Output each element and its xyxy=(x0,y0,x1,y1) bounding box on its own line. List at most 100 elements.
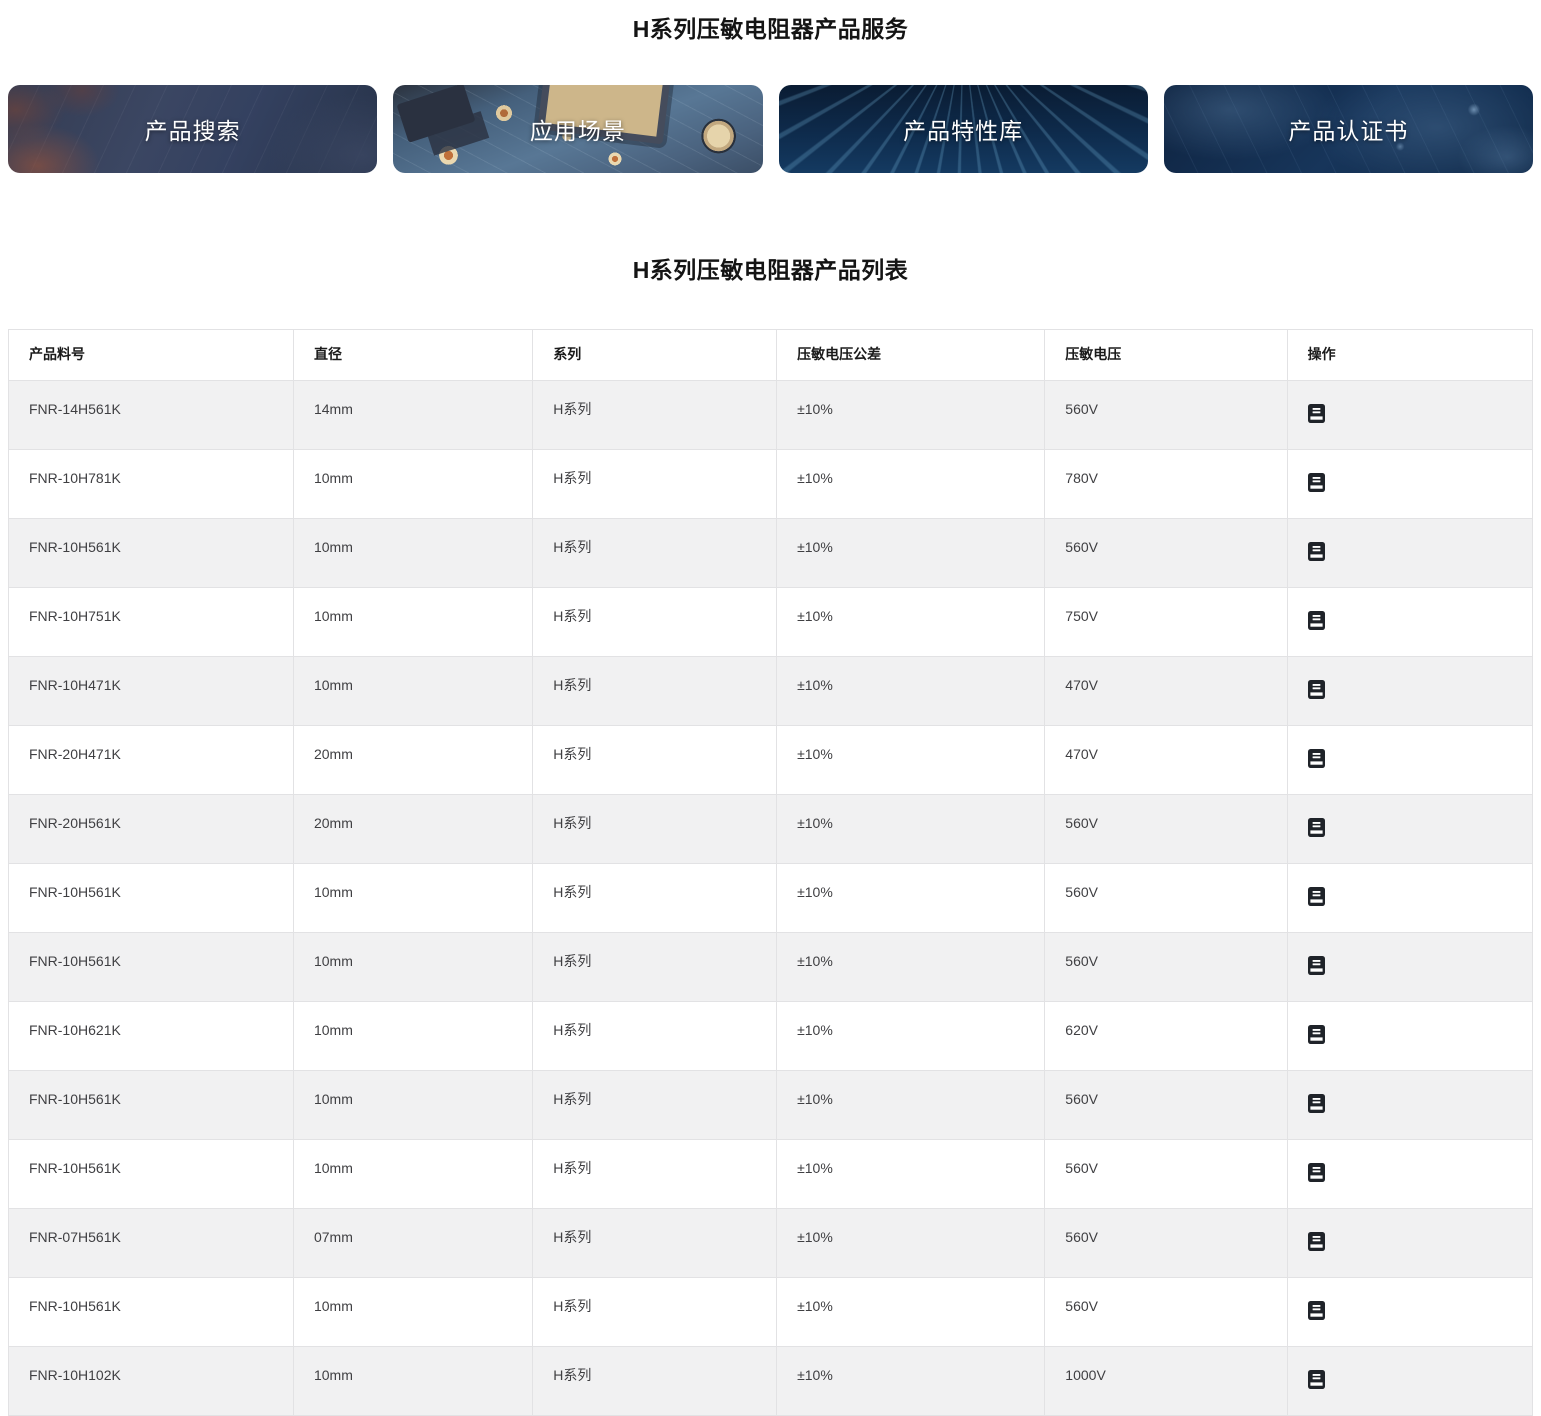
series-cell: H系列 xyxy=(532,793,778,864)
product-list-title: H系列压敏电阻器产品列表 xyxy=(632,257,909,283)
table-row: FNR-10H561K 10mm H系列 ±10% 560V xyxy=(8,517,1534,588)
table-row: FNR-10H561K 10mm H系列 ±10% 560V xyxy=(8,1276,1534,1347)
action-cell xyxy=(1286,1000,1534,1071)
table-row: FNR-10H561K 10mm H系列 ±10% 560V xyxy=(8,931,1534,1002)
table-header-row: 产品料号 直径 系列 压敏电压公差 压敏电压 操作 xyxy=(8,329,1534,381)
series-cell: H系列 xyxy=(532,1000,778,1071)
column-header-tolerance: 压敏电压公差 xyxy=(776,329,1046,381)
part-number-cell: FNR-07H561K xyxy=(8,1207,294,1278)
table-row: FNR-10H621K 10mm H系列 ±10% 620V xyxy=(8,1000,1534,1071)
banner-product-features-library[interactable]: 产品特性库 xyxy=(778,85,1148,173)
part-number-cell: FNR-10H102K xyxy=(8,1345,294,1416)
series-cell: H系列 xyxy=(532,655,778,726)
action-cell xyxy=(1286,379,1534,450)
voltage-cell: 470V xyxy=(1044,724,1288,795)
document-icon[interactable] xyxy=(1307,1231,1325,1251)
table-row: FNR-10H781K 10mm H系列 ±10% 780V xyxy=(8,448,1534,519)
voltage-cell: 780V xyxy=(1044,448,1288,519)
table-row: FNR-10H102K 10mm H系列 ±10% 1000V xyxy=(8,1345,1534,1416)
diameter-cell: 07mm xyxy=(292,1207,534,1278)
tolerance-cell: ±10% xyxy=(776,862,1046,933)
diameter-cell: 10mm xyxy=(292,655,534,726)
tolerance-cell: ±10% xyxy=(776,1345,1046,1416)
part-number-cell: FNR-10H561K xyxy=(8,931,294,1002)
action-cell xyxy=(1286,862,1534,933)
voltage-cell: 470V xyxy=(1044,655,1288,726)
tolerance-cell: ±10% xyxy=(776,586,1046,657)
action-cell xyxy=(1286,793,1534,864)
document-icon[interactable] xyxy=(1307,1369,1325,1389)
diameter-cell: 10mm xyxy=(292,517,534,588)
table-row: FNR-14H561K 14mm H系列 ±10% 560V xyxy=(8,379,1534,450)
document-icon[interactable] xyxy=(1307,610,1325,630)
document-icon[interactable] xyxy=(1307,886,1325,906)
document-icon[interactable] xyxy=(1307,679,1325,699)
column-header-part-number: 产品料号 xyxy=(8,329,294,381)
diameter-cell: 20mm xyxy=(292,724,534,795)
diameter-cell: 14mm xyxy=(292,379,534,450)
voltage-cell: 1000V xyxy=(1044,1345,1288,1416)
diameter-cell: 10mm xyxy=(292,1069,534,1140)
part-number-cell: FNR-10H751K xyxy=(8,586,294,657)
part-number-cell: FNR-20H561K xyxy=(8,793,294,864)
tolerance-cell: ±10% xyxy=(776,931,1046,1002)
document-icon[interactable] xyxy=(1307,472,1325,492)
tolerance-cell: ±10% xyxy=(776,1138,1046,1209)
action-cell xyxy=(1286,931,1534,1002)
diameter-cell: 10mm xyxy=(292,1345,534,1416)
series-cell: H系列 xyxy=(532,1138,778,1209)
part-number-cell: FNR-10H561K xyxy=(8,1276,294,1347)
document-icon[interactable] xyxy=(1307,955,1325,975)
series-cell: H系列 xyxy=(532,862,778,933)
services-title: H系列压敏电阻器产品服务 xyxy=(632,16,909,42)
document-icon[interactable] xyxy=(1307,748,1325,768)
voltage-cell: 560V xyxy=(1044,517,1288,588)
document-icon[interactable] xyxy=(1307,817,1325,837)
document-icon[interactable] xyxy=(1307,1300,1325,1320)
action-cell xyxy=(1286,1276,1534,1347)
document-icon[interactable] xyxy=(1307,541,1325,561)
tolerance-cell: ±10% xyxy=(776,1276,1046,1347)
part-number-cell: FNR-10H561K xyxy=(8,1138,294,1209)
document-icon[interactable] xyxy=(1307,1162,1325,1182)
table-row: FNR-10H561K 10mm H系列 ±10% 560V xyxy=(8,1069,1534,1140)
banner-application-scenarios[interactable]: 应用场景 xyxy=(393,85,763,173)
diameter-cell: 20mm xyxy=(292,793,534,864)
action-cell xyxy=(1286,448,1534,519)
column-header-diameter: 直径 xyxy=(292,329,534,381)
banner-label: 产品认证书 xyxy=(1288,118,1409,144)
voltage-cell: 560V xyxy=(1044,1276,1288,1347)
tolerance-cell: ±10% xyxy=(776,1069,1046,1140)
tolerance-cell: ±10% xyxy=(776,379,1046,450)
document-icon[interactable] xyxy=(1307,1093,1325,1113)
series-cell: H系列 xyxy=(532,1345,778,1416)
part-number-cell: FNR-14H561K xyxy=(8,379,294,450)
action-cell xyxy=(1286,1069,1534,1140)
diameter-cell: 10mm xyxy=(292,862,534,933)
action-cell xyxy=(1286,1207,1534,1278)
diameter-cell: 10mm xyxy=(292,448,534,519)
series-cell: H系列 xyxy=(532,724,778,795)
series-cell: H系列 xyxy=(532,448,778,519)
action-cell xyxy=(1286,655,1534,726)
table-row: FNR-07H561K 07mm H系列 ±10% 560V xyxy=(8,1207,1534,1278)
column-header-voltage: 压敏电压 xyxy=(1044,329,1288,381)
tolerance-cell: ±10% xyxy=(776,1000,1046,1071)
service-banners: 产品搜索 应用场景 产品特性库 产品认证书 xyxy=(8,85,1533,173)
part-number-cell: FNR-10H781K xyxy=(8,448,294,519)
product-table: 产品料号 直径 系列 压敏电压公差 压敏电压 操作 FNR-14H561K 14m… xyxy=(8,329,1534,1416)
tolerance-cell: ±10% xyxy=(776,1207,1046,1278)
tolerance-cell: ±10% xyxy=(776,793,1046,864)
document-icon[interactable] xyxy=(1307,403,1325,423)
series-cell: H系列 xyxy=(532,586,778,657)
tolerance-cell: ±10% xyxy=(776,724,1046,795)
banner-product-certificates[interactable]: 产品认证书 xyxy=(1163,85,1533,173)
table-row: FNR-10H561K 10mm H系列 ±10% 560V xyxy=(8,1138,1534,1209)
tolerance-cell: ±10% xyxy=(776,448,1046,519)
diameter-cell: 10mm xyxy=(292,586,534,657)
document-icon[interactable] xyxy=(1307,1024,1325,1044)
voltage-cell: 750V xyxy=(1044,586,1288,657)
action-cell xyxy=(1286,586,1534,657)
action-cell xyxy=(1286,724,1534,795)
banner-product-search[interactable]: 产品搜索 xyxy=(8,85,378,173)
